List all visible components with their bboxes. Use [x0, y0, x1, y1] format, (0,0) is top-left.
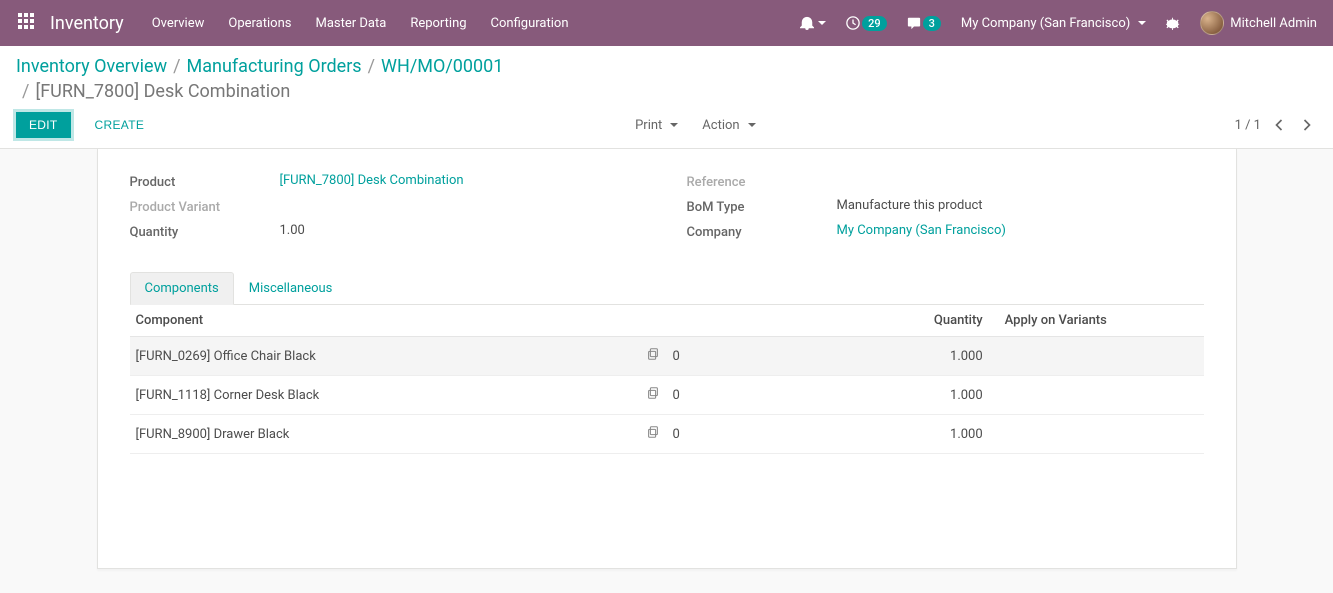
value-bom-type: Manufacture this product: [837, 198, 1204, 213]
copy-icon[interactable]: [646, 386, 660, 404]
label-bom-type: BoM Type: [687, 198, 837, 215]
pager-prev-icon[interactable]: [1269, 115, 1289, 135]
debug-icon[interactable]: [1158, 10, 1188, 36]
notification-bell[interactable]: [792, 10, 834, 36]
menu-operations[interactable]: Operations: [216, 2, 303, 45]
value-product[interactable]: [FURN_7800] Desk Combination: [280, 173, 647, 188]
breadcrumb-inventory-overview[interactable]: Inventory Overview: [16, 56, 167, 77]
activity-clock[interactable]: 29: [838, 10, 895, 37]
form-sheet-bg: Product [FURN_7800] Desk Combination Pro…: [0, 149, 1333, 593]
label-quantity: Quantity: [130, 223, 280, 240]
label-product: Product: [130, 173, 280, 190]
col-component: Component: [130, 305, 581, 337]
form-right-column: Reference BoM Type Manufacture this prod…: [687, 173, 1204, 248]
caret-down-icon: [670, 123, 678, 127]
create-button[interactable]: Create: [83, 113, 157, 137]
pager-next-icon[interactable]: [1297, 115, 1317, 135]
separator: /: [173, 56, 180, 77]
tab-miscellaneous[interactable]: Miscellaneous: [234, 272, 348, 305]
edit-button[interactable]: Edit: [16, 112, 71, 138]
form-sheet: Product [FURN_7800] Desk Combination Pro…: [97, 149, 1237, 569]
print-dropdown[interactable]: Print: [635, 118, 678, 133]
app-brand[interactable]: Inventory: [44, 13, 140, 34]
tab-components[interactable]: Components: [130, 272, 234, 305]
messages-icon[interactable]: 3: [899, 10, 949, 37]
cell-apply-variants: [989, 415, 1204, 454]
avatar: [1200, 11, 1224, 35]
caret-down-icon: [1138, 21, 1146, 25]
table-row[interactable]: [FURN_1118] Corner Desk Black 01.000: [130, 376, 1204, 415]
col-apply-variants: Apply on Variants: [989, 305, 1204, 337]
messages-badge: 3: [923, 16, 941, 31]
tab-bar: Components Miscellaneous: [130, 272, 1204, 305]
cell-apply-variants: [989, 376, 1204, 415]
actions-row: Edit Create Print Action 1 / 1: [0, 106, 1333, 148]
label-reference: Reference: [687, 173, 837, 190]
cell-quantity: 1.000: [860, 337, 989, 376]
caret-down-icon: [748, 123, 756, 127]
action-label: Action: [702, 118, 739, 133]
user-menu[interactable]: Mitchell Admin: [1192, 5, 1325, 41]
label-company: Company: [687, 223, 837, 240]
action-dropdown[interactable]: Action: [702, 118, 755, 133]
value-company[interactable]: My Company (San Francisco): [837, 223, 1204, 238]
form-left-column: Product [FURN_7800] Desk Combination Pro…: [130, 173, 647, 248]
menu-overview[interactable]: Overview: [140, 2, 217, 45]
pager-text[interactable]: 1 / 1: [1235, 118, 1261, 133]
top-navbar: Inventory Overview Operations Master Dat…: [0, 0, 1333, 46]
cell-component: [FURN_0269] Office Chair Black: [130, 337, 581, 376]
menu-configuration[interactable]: Configuration: [479, 2, 581, 45]
pager: 1 / 1: [1235, 115, 1317, 135]
menu-master-data[interactable]: Master Data: [303, 2, 398, 45]
systray: 29 3 My Company (San Francisco) Mitchell…: [792, 5, 1325, 41]
components-table: Component Quantity Apply on Variants [FU…: [130, 305, 1204, 454]
col-copy: [581, 305, 667, 337]
control-panel: Inventory Overview / Manufacturing Order…: [0, 46, 1333, 149]
breadcrumb-manufacturing-orders[interactable]: Manufacturing Orders: [187, 56, 362, 77]
cell-quantity: 1.000: [860, 376, 989, 415]
cell-quantity: 1.000: [860, 415, 989, 454]
menu-reporting[interactable]: Reporting: [398, 2, 478, 45]
copy-icon[interactable]: [646, 425, 660, 443]
separator: /: [22, 81, 29, 102]
cell-component: [FURN_8900] Drawer Black: [130, 415, 581, 454]
breadcrumb-current: [FURN_7800] Desk Combination: [35, 81, 290, 102]
cell-extra: 0: [666, 415, 859, 454]
breadcrumb-mo-number[interactable]: WH/MO/00001: [381, 56, 503, 77]
apps-menu-icon[interactable]: [8, 5, 44, 41]
label-product-variant: Product Variant: [130, 198, 280, 215]
table-row[interactable]: [FURN_0269] Office Chair Black 01.000: [130, 337, 1204, 376]
breadcrumb: Inventory Overview / Manufacturing Order…: [0, 46, 1333, 106]
main-menu: Overview Operations Master Data Reportin…: [140, 2, 581, 45]
cell-extra: 0: [666, 376, 859, 415]
cell-apply-variants: [989, 337, 1204, 376]
cell-component: [FURN_1118] Corner Desk Black: [130, 376, 581, 415]
separator: /: [368, 56, 375, 77]
col-quantity: Quantity: [860, 305, 989, 337]
company-switcher[interactable]: My Company (San Francisco): [953, 10, 1154, 37]
print-label: Print: [635, 118, 662, 133]
copy-icon[interactable]: [646, 347, 660, 365]
company-name-label: My Company (San Francisco): [961, 16, 1130, 31]
activity-badge: 29: [862, 16, 887, 31]
username-label: Mitchell Admin: [1230, 16, 1317, 31]
caret-down-icon: [818, 21, 826, 25]
value-quantity: 1.00: [280, 223, 647, 238]
table-row[interactable]: [FURN_8900] Drawer Black 01.000: [130, 415, 1204, 454]
cell-extra: 0: [666, 337, 859, 376]
col-extra: [666, 305, 859, 337]
